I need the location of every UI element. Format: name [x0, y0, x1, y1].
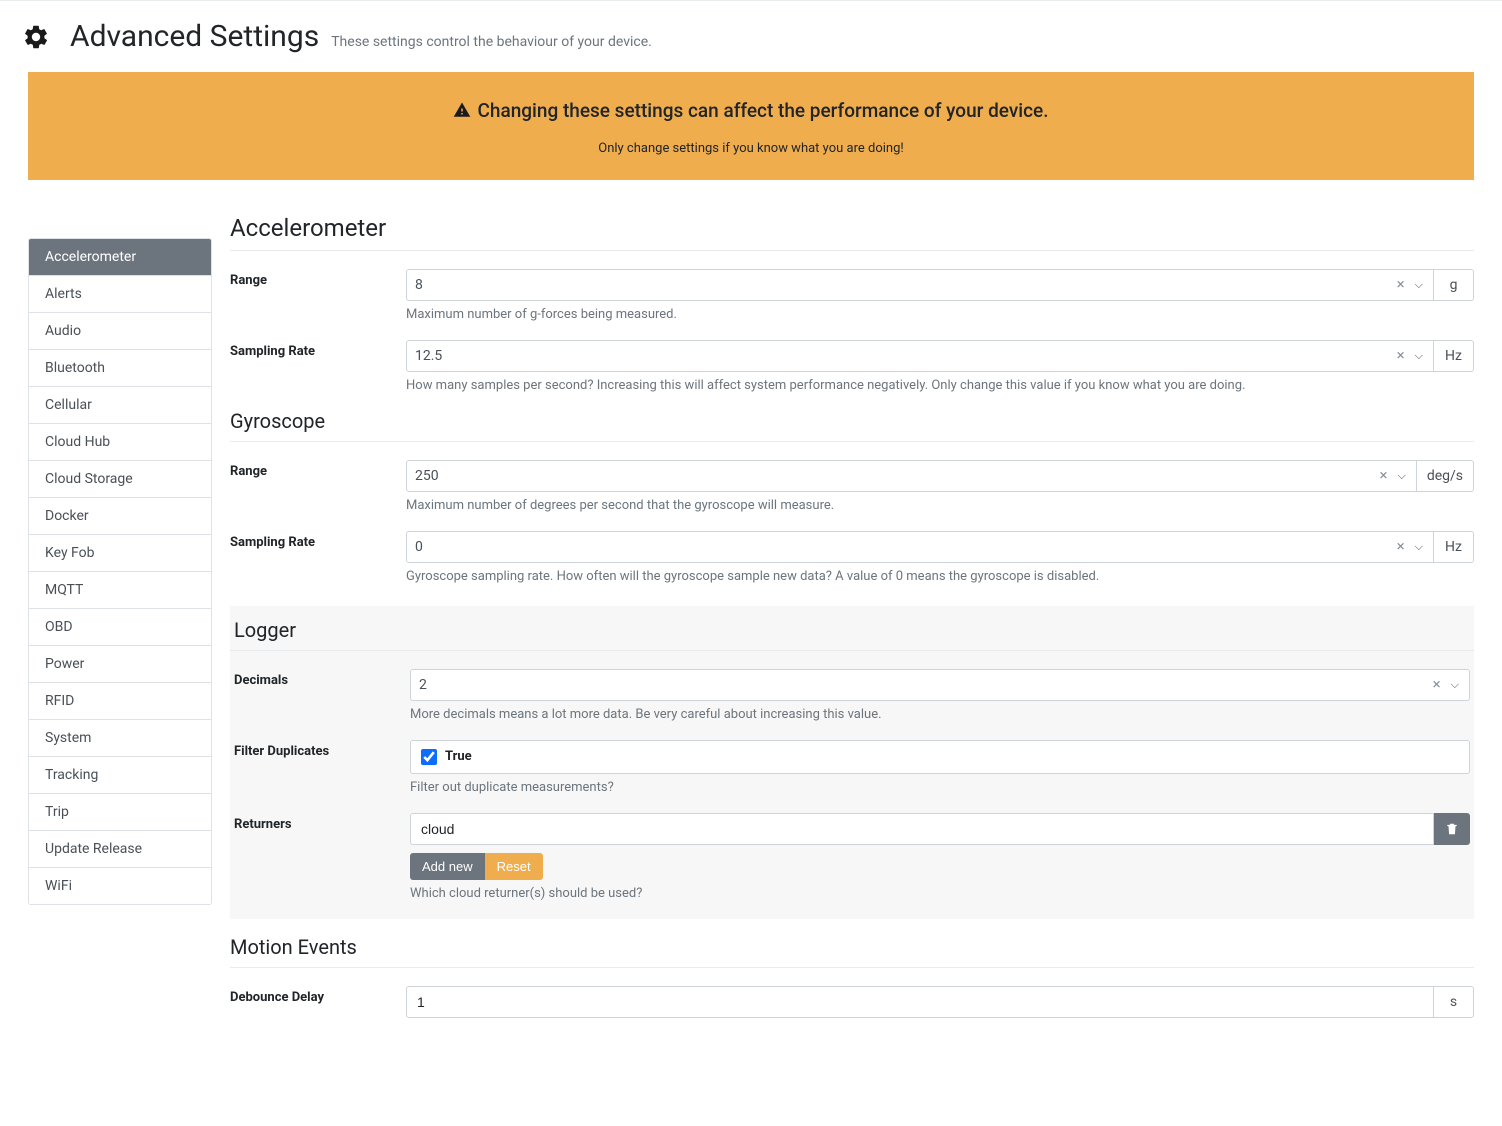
gear-icon: [22, 23, 50, 51]
trash-icon: [1445, 822, 1459, 836]
page-title: Advanced Settings: [70, 19, 319, 54]
select-gyro-rate[interactable]: 0 × ⌵: [406, 531, 1434, 563]
sidebar-item-key-fob[interactable]: Key Fob: [29, 535, 211, 572]
sidebar-item-alerts[interactable]: Alerts: [29, 276, 211, 313]
label-returners: Returners: [234, 813, 410, 901]
help-text: More decimals means a lot more data. Be …: [410, 707, 1470, 722]
checkbox-filter-duplicates[interactable]: [421, 749, 437, 765]
warning-icon: [453, 100, 471, 127]
chevron-down-icon[interactable]: ⌵: [1409, 278, 1425, 292]
sidebar-item-rfid[interactable]: RFID: [29, 683, 211, 720]
clear-icon[interactable]: ×: [1393, 277, 1409, 292]
warning-alert: Changing these settings can affect the p…: [28, 72, 1474, 180]
select-value: 12.5: [415, 348, 1393, 364]
label-filter-duplicates: Filter Duplicates: [234, 740, 410, 795]
sidebar-item-power[interactable]: Power: [29, 646, 211, 683]
select-gyro-range[interactable]: 250 × ⌵: [406, 460, 1417, 492]
section-heading-gyroscope: Gyroscope: [230, 399, 1474, 442]
alert-title-text: Changing these settings can affect the p…: [477, 99, 1048, 122]
delete-returner-button[interactable]: [1434, 813, 1470, 845]
select-value: 8: [415, 277, 1393, 293]
help-text: Maximum number of degrees per second tha…: [406, 498, 1474, 513]
sidebar-item-trip[interactable]: Trip: [29, 794, 211, 831]
label-accel-range: Range: [230, 269, 406, 322]
clear-icon[interactable]: ×: [1393, 348, 1409, 363]
help-text: Filter out duplicate measurements?: [410, 780, 1470, 795]
add-new-button[interactable]: Add new: [410, 853, 485, 880]
section-heading-logger: Logger: [230, 606, 1474, 651]
clear-icon[interactable]: ×: [1393, 539, 1409, 554]
sidebar-item-audio[interactable]: Audio: [29, 313, 211, 350]
sidebar-item-mqtt[interactable]: MQTT: [29, 572, 211, 609]
help-text: Maximum number of g-forces being measure…: [406, 307, 1474, 322]
select-value: 2: [419, 677, 1429, 693]
unit-addon: g: [1434, 269, 1474, 301]
label-decimals: Decimals: [234, 669, 410, 722]
sidebar-item-cloud-storage[interactable]: Cloud Storage: [29, 461, 211, 498]
chevron-down-icon[interactable]: ⌵: [1409, 540, 1425, 554]
label-gyro-range: Range: [230, 460, 406, 513]
select-accel-range[interactable]: 8 × ⌵: [406, 269, 1434, 301]
select-value: 250: [415, 468, 1375, 484]
help-text: Gyroscope sampling rate. How often will …: [406, 569, 1474, 584]
label-debounce-delay: Debounce Delay: [230, 986, 406, 1018]
label-accel-rate: Sampling Rate: [230, 340, 406, 393]
sidebar-item-system[interactable]: System: [29, 720, 211, 757]
unit-addon: Hz: [1434, 531, 1474, 563]
sidebar-item-docker[interactable]: Docker: [29, 498, 211, 535]
sidebar-item-bluetooth[interactable]: Bluetooth: [29, 350, 211, 387]
sidebar-item-cloud-hub[interactable]: Cloud Hub: [29, 424, 211, 461]
input-returner[interactable]: [410, 813, 1434, 845]
unit-addon: s: [1434, 986, 1474, 1018]
chevron-down-icon[interactable]: ⌵: [1409, 349, 1425, 363]
clear-icon[interactable]: ×: [1429, 677, 1445, 692]
clear-icon[interactable]: ×: [1375, 468, 1391, 483]
select-decimals[interactable]: 2 × ⌵: [410, 669, 1470, 701]
unit-addon: Hz: [1434, 340, 1474, 372]
sidebar-item-wifi[interactable]: WiFi: [29, 868, 211, 904]
chevron-down-icon[interactable]: ⌵: [1391, 469, 1407, 483]
alert-sub-text: Only change settings if you know what yo…: [48, 141, 1454, 156]
section-heading-motion-events: Motion Events: [230, 925, 1474, 968]
help-text: How many samples per second? Increasing …: [406, 378, 1474, 393]
label-gyro-rate: Sampling Rate: [230, 531, 406, 584]
select-value: 0: [415, 539, 1393, 555]
sidebar-item-update-release[interactable]: Update Release: [29, 831, 211, 868]
chevron-down-icon[interactable]: ⌵: [1445, 678, 1461, 692]
sidebar-item-tracking[interactable]: Tracking: [29, 757, 211, 794]
help-text: Which cloud returner(s) should be used?: [410, 886, 1470, 901]
section-heading-accelerometer: Accelerometer: [230, 204, 1474, 251]
page-subtitle: These settings control the behaviour of …: [331, 34, 652, 50]
reset-button[interactable]: Reset: [485, 853, 543, 880]
sidebar-item-cellular[interactable]: Cellular: [29, 387, 211, 424]
sidebar-item-accelerometer[interactable]: Accelerometer: [29, 239, 211, 276]
input-debounce-delay[interactable]: [406, 986, 1434, 1018]
unit-addon: deg/s: [1417, 460, 1474, 492]
select-accel-rate[interactable]: 12.5 × ⌵: [406, 340, 1434, 372]
sidebar-item-obd[interactable]: OBD: [29, 609, 211, 646]
checkbox-label: True: [445, 749, 472, 764]
